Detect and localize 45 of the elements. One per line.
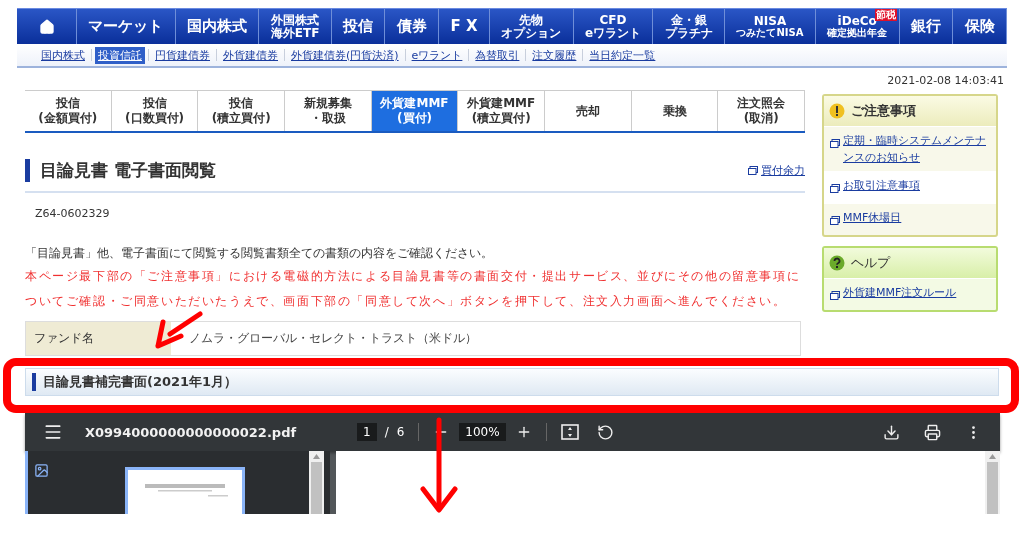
sub-nav-link[interactable]: 国内株式 [38, 46, 88, 64]
help-icon [829, 255, 845, 271]
page-separator: / [384, 425, 389, 439]
sub-nav-link[interactable]: 注文履歴 [529, 46, 580, 64]
panel-title: ヘルプ [851, 254, 890, 272]
sub-nav-link[interactable]: 外貨建債券(円貨決済) [288, 46, 402, 64]
print-icon[interactable] [924, 423, 941, 441]
sub-nav-link[interactable]: 投資信託 [95, 46, 145, 64]
download-icon[interactable] [883, 423, 900, 441]
buying-power-link[interactable]: 買付余力 [748, 163, 805, 178]
sub-nav-link[interactable]: 当日約定一覧 [586, 46, 659, 64]
sub-nav-link[interactable]: 外貨建債券 [220, 46, 281, 64]
section-title: 目論見書補完書面(2021年1月） [32, 373, 238, 391]
panel-title: ご注意事項 [851, 102, 916, 120]
notice-text: 「目論見書」他、電子書面にて閲覧する閲覧書類全ての書類の内容をご確認ください。 [25, 245, 494, 262]
window-icon [830, 216, 840, 225]
rotate-icon[interactable] [596, 423, 614, 441]
page-thumbnail[interactable] [125, 467, 245, 514]
scrollbar[interactable] [985, 451, 1000, 514]
fit-page-icon[interactable] [560, 424, 579, 440]
screen-code: Z64-0602329 [35, 207, 110, 220]
fund-name: ノムラ・グローバル・セレクト・トラスト（米ドル） [188, 330, 477, 347]
home-icon [38, 18, 55, 35]
order-tab[interactable]: 外貨建MMF (買付) [371, 91, 459, 131]
zoom-field[interactable]: 100% [459, 423, 506, 441]
sub-nav-link[interactable]: 円貨建債券 [152, 46, 213, 64]
pointer-arrow [155, 311, 203, 349]
warning-text: 本ページ最下部の「ご注意事項」における電磁的方法による目論見書等の書面交付・提出サービス、並びにその他の留意事項についてご確認・ご同意いただいたうえで、画面下部の「同意して次へ」ボタンを押下して、注文入力画面へ進んでください。 [25, 268, 802, 310]
window-icon [830, 184, 840, 193]
window-icon [830, 291, 840, 300]
file-name: X0994000000000000022.pdf [85, 424, 298, 440]
page-count: 6 [396, 425, 405, 439]
sub-nav-link[interactable]: 為替取引 [472, 46, 523, 64]
sub-nav-link[interactable]: eワラント [408, 46, 466, 64]
window-icon [748, 166, 758, 175]
tax-badge: 節税 [874, 9, 897, 21]
warning-icon [829, 103, 845, 119]
window-icon [830, 139, 840, 148]
page-title: 目論見書 電子書面閲覧 [25, 159, 216, 182]
panel-link[interactable]: MMF休場日 [824, 203, 996, 235]
timestamp: 2021-02-08 14:03:41 [887, 74, 1004, 87]
page-number-field[interactable]: 1 [357, 423, 377, 441]
scrollbar[interactable] [309, 451, 324, 514]
fund-label: ファンド名 [26, 322, 171, 355]
menu-icon[interactable] [43, 422, 63, 442]
